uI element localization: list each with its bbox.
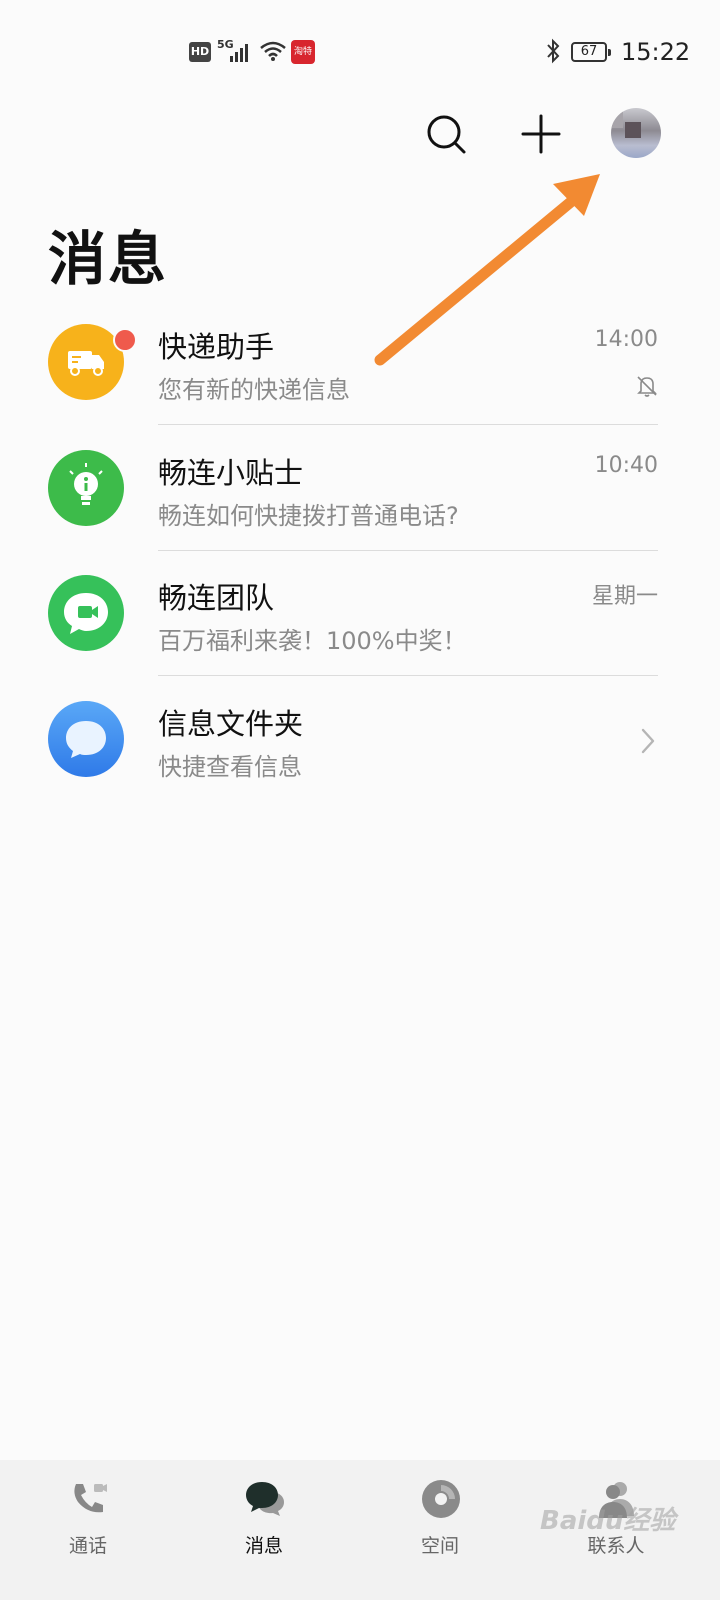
nav-tab-calls[interactable]: 通话	[23, 1460, 153, 1600]
divider	[158, 675, 658, 676]
nav-tab-space[interactable]: 空间	[375, 1460, 505, 1600]
conversation-title: 信息文件夹	[158, 707, 304, 741]
divider	[158, 424, 658, 425]
list-item[interactable]: 畅连小贴士 畅连如何快捷拨打普通电话? 10:40	[0, 426, 720, 551]
conversation-title: 畅连团队	[158, 581, 275, 615]
nav-label: 空间	[420, 1535, 459, 1557]
chevron-right-icon	[641, 728, 655, 754]
conversation-preview: 畅连如何快捷拨打普通电话?	[158, 502, 459, 530]
conversation-title: 畅连小贴士	[158, 456, 304, 490]
conversation-time: 10:40	[594, 453, 658, 478]
watermark: Baidu经验	[540, 1506, 676, 1536]
message-folder-icon	[48, 701, 124, 777]
list-item[interactable]: 畅连团队 百万福利来袭！100%中奖！ 星期一	[0, 551, 720, 676]
video-chat-icon	[48, 575, 124, 651]
nav-tab-messages[interactable]: 消息	[199, 1460, 329, 1600]
nav-label: 消息	[244, 1535, 283, 1557]
conversation-preview: 快捷查看信息	[158, 753, 302, 781]
space-icon	[422, 1480, 460, 1518]
nav-label: 通话	[68, 1535, 107, 1557]
list-item[interactable]: 信息文件夹 快捷查看信息	[0, 677, 720, 802]
chat-bubbles-icon	[246, 1482, 284, 1516]
annotation-arrow-icon	[374, 174, 600, 366]
conversation-time: 星期一	[591, 584, 658, 609]
phone-icon	[74, 1484, 107, 1513]
lightbulb-icon	[48, 450, 124, 526]
conversation-preview: 百万福利来袭！100%中奖！	[158, 627, 467, 655]
